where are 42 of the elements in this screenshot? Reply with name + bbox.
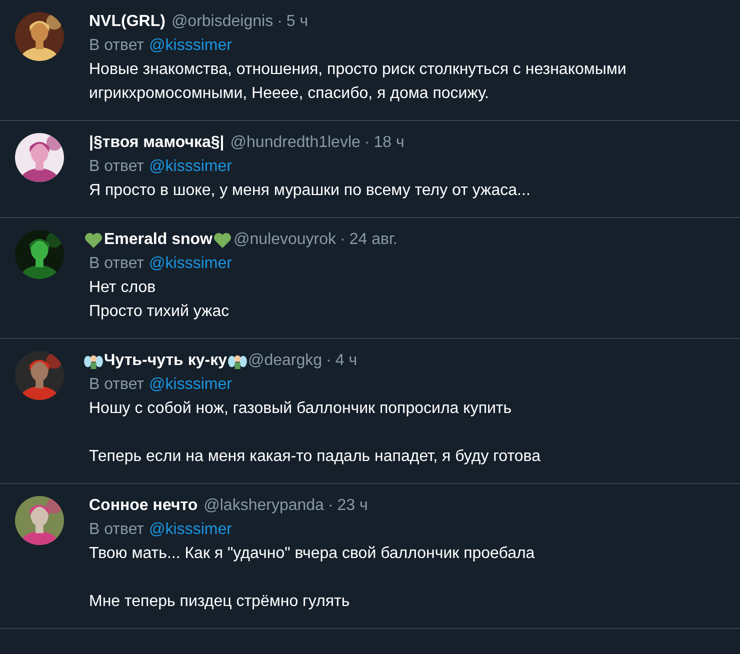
user-name[interactable]: |§твоя мамочка§| xyxy=(89,131,224,155)
tweet-text: Теперь если на меня какая-то падаль нападет, я буду готова xyxy=(89,447,542,467)
reply-label: В ответ xyxy=(89,375,144,395)
user-handle[interactable]: @nulevouyrok xyxy=(233,228,336,252)
user-handle[interactable]: @deargkg xyxy=(248,349,322,373)
tweet-text: Я просто в шоке, у меня мурашки по всему телу от ужаса... xyxy=(89,181,532,201)
user-name[interactable]: Emerald snow xyxy=(104,228,212,252)
reply-label: В ответ xyxy=(89,520,144,540)
mention-link[interactable]: @kisssimer xyxy=(149,155,232,179)
user-handle[interactable]: @hundredth1levle xyxy=(230,131,360,155)
tweet-text: Просто тихий ужас xyxy=(89,302,230,322)
tweet-text: Новые знакомства, отношения, просто риск столкнуться с незнакомыми игрикхромосомными, Нееее, спасибо, я дома посижу. xyxy=(89,60,628,104)
mention-link[interactable]: @kisssimer xyxy=(149,373,232,397)
reply-label: В ответ xyxy=(89,254,144,274)
separator-dot: · xyxy=(326,351,332,371)
tweet-time[interactable]: 4 ч xyxy=(335,349,358,373)
user-handle[interactable]: @laksherypanda xyxy=(204,494,324,518)
fairy-icon xyxy=(228,352,247,370)
separator-dot: · xyxy=(340,230,346,250)
mention-link[interactable]: @kisssimer xyxy=(149,34,232,58)
tweet-text: Нет слов xyxy=(89,278,157,298)
tweet-text: Ношу с собой нож, газовый баллончик попросила купить xyxy=(89,399,513,419)
tweet-text: Твою мать... Как я "удачно" вчера свой баллончик проебала xyxy=(89,544,536,564)
user-handle[interactable]: @orbisdeignis xyxy=(171,10,274,34)
heart-icon xyxy=(84,232,103,248)
separator-dot: · xyxy=(328,496,334,516)
fairy-icon xyxy=(84,352,103,370)
reply-label: В ответ xyxy=(89,36,144,56)
heart-icon xyxy=(213,232,232,248)
tweet-time[interactable]: 18 ч xyxy=(374,131,404,155)
separator-dot: · xyxy=(277,12,282,32)
separator-dot: · xyxy=(364,133,370,153)
reply-label: В ответ xyxy=(89,157,144,177)
tweet-time[interactable]: 5 ч xyxy=(286,10,308,34)
mention-link[interactable]: @kisssimer xyxy=(149,252,232,276)
tweet-time[interactable]: 24 авг. xyxy=(349,228,398,252)
tweet-time[interactable]: 23 ч xyxy=(337,494,368,518)
mention-link[interactable]: @kisssimer xyxy=(149,518,232,542)
tweet-text: Мне теперь пиздец стрёмно гулять xyxy=(89,592,351,612)
user-name[interactable]: NVL(GRL) xyxy=(89,10,166,34)
user-name[interactable]: Сонное нечто xyxy=(89,494,198,518)
user-name[interactable]: Чуть-чуть ку-ку xyxy=(104,349,227,373)
